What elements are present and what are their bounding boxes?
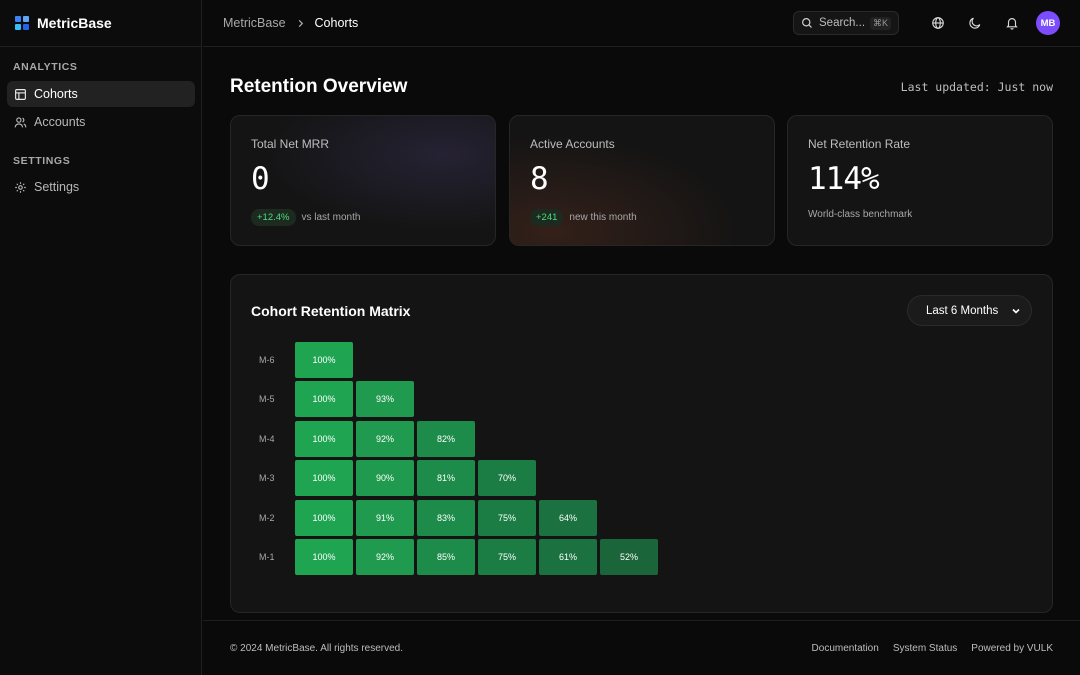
nav-heading-analytics: ANALYTICS <box>13 61 78 73</box>
matrix-row-label: M-6 <box>259 354 275 365</box>
nav-heading-settings: SETTINGS <box>13 155 71 167</box>
matrix-cell[interactable]: 92% <box>356 420 414 457</box>
stat-card-accounts: Active Accounts 8 +241 new this month <box>509 115 775 246</box>
sidebar-item-label: Cohorts <box>34 87 78 101</box>
stat-cards: Total Net MRR 0 +12.4% vs last month Act… <box>230 115 1053 246</box>
matrix-cell[interactable]: 100% <box>295 420 353 457</box>
matrix-cell[interactable]: 83% <box>417 499 475 536</box>
card-value: 0 <box>251 161 270 197</box>
nav-section-settings: SETTINGS Settings <box>0 154 202 200</box>
matrix-row: M-4 100% 92% 82% <box>259 420 478 457</box>
moon-icon <box>969 17 981 29</box>
last-updated: Last updated: Just now <box>900 80 1053 94</box>
users-icon <box>14 116 27 127</box>
matrix-cell[interactable]: 100% <box>295 381 353 417</box>
globe-icon <box>932 17 944 29</box>
matrix-cell[interactable]: 85% <box>417 539 475 575</box>
logo-icon <box>15 16 29 30</box>
stat-card-mrr: Total Net MRR 0 +12.4% vs last month <box>230 115 496 246</box>
sidebar-item-settings[interactable]: Settings <box>7 174 195 200</box>
sidebar-item-cohorts[interactable]: Cohorts <box>7 81 195 107</box>
gear-icon <box>15 181 26 193</box>
delta-note: new this month <box>569 212 637 223</box>
footer-links: Documentation System Status Powered by V… <box>798 643 1053 654</box>
delta-note: World-class benchmark <box>808 209 913 220</box>
bell-icon <box>1006 18 1018 30</box>
matrix-cell[interactable]: 70% <box>478 460 536 496</box>
sidebar-item-accounts[interactable]: Accounts <box>7 109 195 135</box>
matrix-row: M-6 100% <box>259 341 356 378</box>
matrix-cell[interactable]: 93% <box>356 381 414 417</box>
brand[interactable]: MetricBase <box>0 0 201 47</box>
search-input[interactable]: Search... ⌘K <box>793 11 899 35</box>
search-shortcut: ⌘K <box>869 16 891 30</box>
matrix-title: Cohort Retention Matrix <box>251 303 411 319</box>
matrix-cell[interactable]: 52% <box>600 539 658 575</box>
table-icon <box>15 88 26 100</box>
topbar: MetricBase Cohorts Search... ⌘K MB <box>203 0 1080 47</box>
chevron-down-icon <box>1012 308 1020 314</box>
cohort-matrix-panel: Cohort Retention Matrix Last 6 Months M-… <box>230 274 1053 613</box>
search-icon <box>802 18 812 28</box>
matrix-cell[interactable]: 100% <box>295 341 353 378</box>
matrix-cell[interactable]: 75% <box>478 499 536 536</box>
top-actions: Search... ⌘K MB <box>793 11 1060 35</box>
delta-note: vs last month <box>301 212 361 223</box>
breadcrumb-root[interactable]: MetricBase <box>223 16 286 30</box>
matrix-cell[interactable]: 100% <box>295 539 353 575</box>
card-value: 8 <box>530 161 549 197</box>
stat-card-nrr: Net Retention Rate 114% World-class benc… <box>787 115 1053 246</box>
card-label: Total Net MRR <box>251 137 330 151</box>
footer: © 2024 MetricBase. All rights reserved. … <box>203 620 1080 675</box>
range-select-value: Last 6 Months <box>926 304 999 317</box>
delta-badge: +241 <box>530 209 564 226</box>
matrix-cell[interactable]: 90% <box>356 460 414 496</box>
sidebar: MetricBase ANALYTICS Cohorts Accounts SE… <box>0 0 202 675</box>
matrix-row-label: M-3 <box>259 473 275 483</box>
language-button[interactable] <box>926 11 950 35</box>
matrix-cell[interactable]: 64% <box>539 499 597 536</box>
card-label: Net Retention Rate <box>808 137 911 151</box>
matrix-cell[interactable]: 91% <box>356 499 414 536</box>
matrix-cell[interactable]: 92% <box>356 539 414 575</box>
matrix-cell[interactable]: 81% <box>417 460 475 496</box>
page-title: Retention Overview <box>230 76 408 97</box>
footer-link-powered-by[interactable]: Powered by VULK <box>971 643 1053 654</box>
notifications-button[interactable] <box>1000 11 1024 35</box>
matrix-row-label: M-1 <box>259 552 275 562</box>
delta-badge: +12.4% <box>251 209 296 226</box>
chevron-right-icon <box>296 19 305 28</box>
search-placeholder: Search... <box>819 17 866 29</box>
matrix-cell[interactable]: 100% <box>295 460 353 496</box>
range-select[interactable]: Last 6 Months <box>907 295 1032 326</box>
avatar[interactable]: MB <box>1036 11 1060 35</box>
matrix-row-label: M-4 <box>259 433 275 444</box>
matrix-row: M-1 100% 92% 85% 75% 61% 52% <box>259 539 661 576</box>
footer-link-documentation[interactable]: Documentation <box>812 643 879 654</box>
matrix-cell[interactable]: 100% <box>295 499 353 536</box>
card-value: 114% <box>808 161 880 197</box>
matrix-cell[interactable]: 61% <box>539 539 597 575</box>
matrix-row: M-3 100% 90% 81% 70% <box>259 460 539 497</box>
sidebar-item-label: Settings <box>34 180 80 194</box>
matrix-row: M-2 100% 91% 83% 75% 64% <box>259 499 600 536</box>
matrix-row-label: M-2 <box>259 512 275 523</box>
theme-toggle-button[interactable] <box>963 11 987 35</box>
copyright: © 2024 MetricBase. All rights reserved. <box>230 642 403 654</box>
sidebar-item-label: Accounts <box>34 115 86 129</box>
main-content: Retention Overview Last updated: Just no… <box>203 48 1080 675</box>
brand-name: MetricBase <box>37 15 112 31</box>
matrix-cell[interactable]: 82% <box>417 420 475 457</box>
nav-section-analytics: ANALYTICS Cohorts Accounts <box>0 60 202 135</box>
matrix-cell[interactable]: 75% <box>478 539 536 575</box>
matrix-row-label: M-5 <box>259 394 275 404</box>
footer-link-system-status[interactable]: System Status <box>893 643 957 654</box>
matrix-row: M-5 100% 93% <box>259 381 417 418</box>
card-label: Active Accounts <box>530 137 615 151</box>
breadcrumb-current: Cohorts <box>314 16 359 30</box>
